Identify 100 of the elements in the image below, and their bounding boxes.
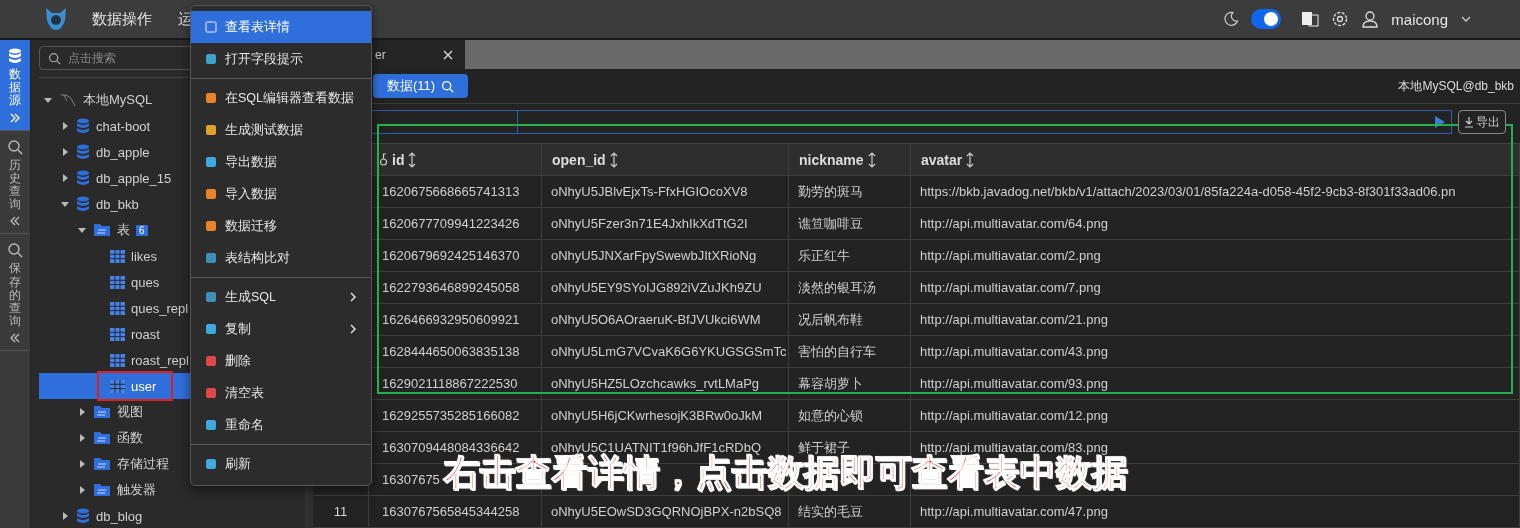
- search-icon: [7, 242, 23, 259]
- table-cell[interactable]: 1629021118867222530: [382, 376, 518, 391]
- table-cell[interactable]: 1620675668665741313: [382, 184, 520, 199]
- table-cell[interactable]: http://api.multiavatar.com/93.png: [920, 376, 1108, 391]
- table-cell[interactable]: 1629255735285166082: [382, 408, 520, 423]
- caret-right-icon[interactable]: [77, 433, 87, 443]
- table-cell[interactable]: 1630709448084336642: [382, 440, 520, 455]
- chevron-down-icon[interactable]: [1460, 15, 1472, 23]
- caret-down-icon[interactable]: [43, 95, 53, 105]
- sort-icon[interactable]: [609, 151, 618, 168]
- tree-item[interactable]: 触发器: [39, 477, 305, 503]
- expand-icon: [9, 111, 21, 124]
- caret-right-icon[interactable]: [77, 485, 87, 495]
- rail-tab[interactable]: 保存的查询: [0, 234, 30, 352]
- database-icon: [76, 170, 90, 186]
- data-button[interactable]: 数据(11): [373, 74, 469, 98]
- annotation-caption: 右击查看详情，点击数据即可查看表中数据: [444, 455, 1128, 491]
- logo-icon: [44, 6, 68, 32]
- table-cell[interactable]: 1620677709941223426: [382, 216, 520, 231]
- table-cell[interactable]: 乐正红牛: [798, 246, 850, 265]
- table-cell[interactable]: http://api.multiavatar.com/83.png: [920, 440, 1108, 455]
- table-cell[interactable]: http://api.multiavatar.com/7.png: [920, 280, 1101, 295]
- table-cell[interactable]: oNhyU5JNXarFpySwewbJItXRioNg: [551, 248, 757, 263]
- menu-item[interactable]: 复制: [191, 313, 371, 345]
- caret-right-icon[interactable]: [60, 511, 70, 521]
- rail-tab[interactable]: 历史查询: [0, 130, 30, 235]
- tree-item[interactable]: db_blog: [39, 503, 305, 528]
- menu-item[interactable]: 导入数据: [191, 178, 371, 210]
- folder-icon: [93, 457, 111, 471]
- table-cell[interactable]: oNhyU5H6jCKwrhesojK3BRw0oJkM: [551, 408, 762, 423]
- table-cell[interactable]: 16307675: [382, 472, 440, 487]
- rail-tab[interactable]: 数据源: [0, 40, 30, 131]
- table-cell[interactable]: oNhyU5Fzer3n71E4JxhIkXdTtG2I: [551, 216, 748, 231]
- play-icon[interactable]: [1435, 116, 1445, 129]
- column-header[interactable]: avatar: [911, 144, 1520, 175]
- dark-mode-toggle[interactable]: [1251, 9, 1282, 29]
- caret-right-icon[interactable]: [60, 121, 70, 131]
- table-cell[interactable]: 谯笪咖啡豆: [798, 214, 863, 233]
- column-header[interactable]: nickname: [789, 144, 911, 175]
- settings-icon[interactable]: [1331, 10, 1350, 28]
- table-cell[interactable]: 1620679692425146370: [382, 248, 520, 263]
- table-cell[interactable]: 1622793646899245058: [382, 280, 520, 295]
- table-cell[interactable]: 1630767565845344258: [382, 504, 520, 519]
- table-cell[interactable]: oNhyU5C1UATNIT1f96hJfF1cRDbQ: [551, 440, 761, 455]
- menu-item[interactable]: 数据操作: [92, 9, 152, 29]
- tree-label: 函数: [117, 429, 143, 447]
- menu-item[interactable]: 导出数据: [191, 146, 371, 178]
- menu-item[interactable]: 表结构比对: [191, 242, 371, 274]
- sort-icon[interactable]: [966, 151, 975, 168]
- user-name[interactable]: maicong: [1391, 10, 1448, 28]
- table-cell[interactable]: oNhyU5JBlvEjxTs-FfxHGIOcoXV8: [551, 184, 748, 199]
- table-cell[interactable]: oNhyU5LmG7VCvaK6G6YKUGSGSmTc: [551, 344, 787, 359]
- table-cell[interactable]: http://api.multiavatar.com/12.png: [920, 408, 1108, 423]
- table-cell[interactable]: oNhyU5EOwSD3GQRNOjBPX-n2bSQ8: [551, 504, 782, 519]
- table-cell[interactable]: 1628444650063835138: [382, 344, 520, 359]
- caret-down-icon[interactable]: [77, 225, 87, 235]
- menu-item[interactable]: 查看表详情: [191, 11, 371, 43]
- menu-item-icon: [205, 355, 217, 367]
- caret-right-icon[interactable]: [60, 147, 70, 157]
- tree-label: likes: [131, 248, 157, 264]
- menu-item[interactable]: 生成测试数据: [191, 114, 371, 146]
- caret-right-icon[interactable]: [60, 173, 70, 183]
- table-cell[interactable]: 幕容胡萝卜: [798, 374, 863, 393]
- table-cell[interactable]: http://api.multiavatar.com/43.png: [920, 344, 1108, 359]
- table-cell[interactable]: 1626466932950609921: [382, 312, 520, 327]
- table-cell[interactable]: 如意的心锁: [798, 406, 863, 425]
- table-cell[interactable]: http://api.multiavatar.com/21.png: [920, 312, 1108, 327]
- sort-icon[interactable]: [408, 151, 417, 168]
- menu-item-icon: [205, 124, 217, 136]
- column-header[interactable]: open_id: [542, 144, 789, 175]
- menu-item-icon: [205, 291, 217, 303]
- tree-label: db_bkb: [96, 196, 139, 212]
- close-icon[interactable]: [443, 49, 453, 60]
- menu-item[interactable]: 数据迁移: [191, 210, 371, 242]
- menu-item[interactable]: 重命名: [191, 409, 371, 441]
- table-cell[interactable]: https://bkb.javadog.net/bkb/v1/attach/2023/03/01/85fa224a-d058-45f2-9cb3-8f301f33ad06.pn: [920, 184, 1456, 199]
- table-cell[interactable]: 况后帆布鞋: [798, 310, 863, 329]
- caret-right-icon[interactable]: [77, 459, 87, 469]
- table-cell[interactable]: http://api.multiavatar.com/47.png: [920, 504, 1108, 519]
- menu-item-icon: [205, 252, 217, 264]
- table-icon: [110, 301, 125, 315]
- table-cell[interactable]: http://api.multiavatar.com/64.png: [920, 216, 1108, 231]
- collapse-icon: [9, 215, 21, 228]
- table-cell[interactable]: 结实的毛豆: [798, 502, 863, 521]
- table-cell[interactable]: 勤劳的斑马: [798, 182, 863, 201]
- table-cell[interactable]: oNhyU5EY9SYoIJG892iVZuJKh9ZU: [551, 280, 762, 295]
- moon-icon: [1223, 11, 1240, 27]
- menu-item[interactable]: 生成SQL: [191, 281, 371, 313]
- caret-right-icon[interactable]: [77, 407, 87, 417]
- table-cell[interactable]: http://api.multiavatar.com/2.png: [920, 248, 1101, 263]
- menu-item[interactable]: 在SQL编辑器查看数据: [191, 82, 371, 114]
- menu-item[interactable]: 刷新: [191, 448, 371, 480]
- table-cell[interactable]: oNhyU5O6AOraeruK-BfJVUkci6WM: [551, 312, 761, 327]
- table-icon: [110, 275, 125, 289]
- table-cell[interactable]: 淡然的银耳汤: [798, 278, 876, 297]
- table-cell[interactable]: 害怕的自行车: [798, 342, 876, 361]
- caret-down-icon[interactable]: [60, 199, 70, 209]
- export-button[interactable]: 导出: [1458, 110, 1506, 135]
- sort-icon[interactable]: [867, 151, 876, 168]
- table-cell[interactable]: oNhyU5HZ5LOzchcawks_rvtLMaPg: [551, 376, 760, 391]
